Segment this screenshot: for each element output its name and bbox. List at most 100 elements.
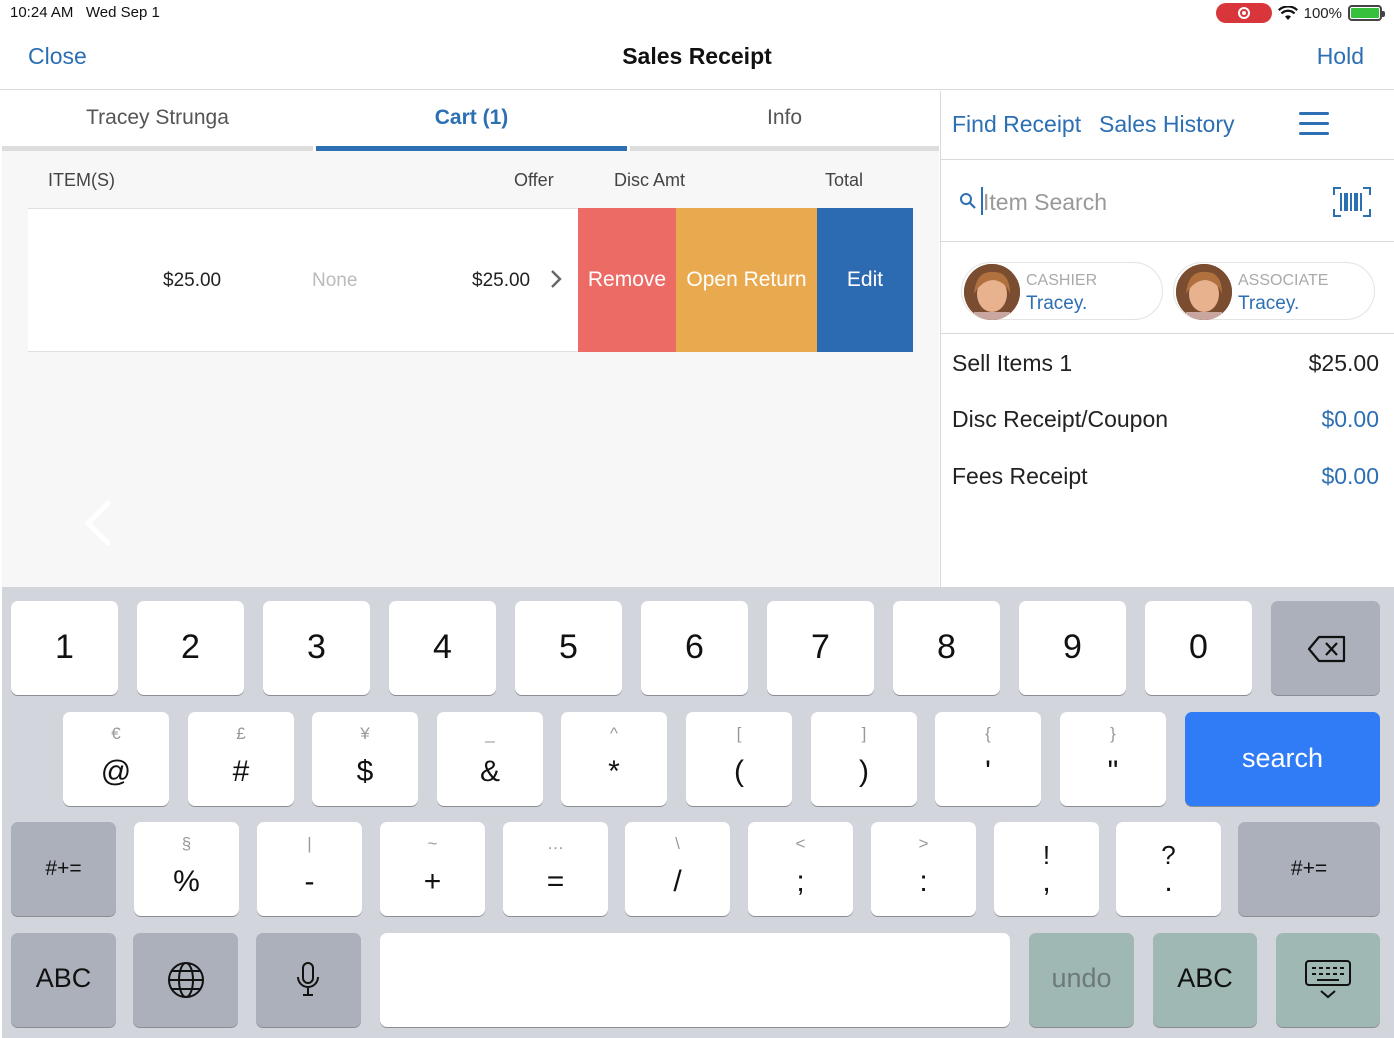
receipt-summary-pane: Find Receipt Sales History CASHIER Trace… <box>940 91 1394 587</box>
key-comma[interactable]: !, <box>994 822 1099 916</box>
tab-cart-label: Cart (1) <box>434 106 509 129</box>
key-0[interactable]: 0 <box>1145 601 1252 695</box>
cashier-chip[interactable]: CASHIER Tracey. <box>961 262 1163 320</box>
summary-value-fees-receipt[interactable]: $0.00 <box>1321 463 1379 490</box>
key-semicolon[interactable]: <; <box>748 822 853 916</box>
key-3[interactable]: 3 <box>263 601 370 695</box>
cashier-name: Tracey. <box>1026 293 1088 314</box>
open-return-button[interactable]: Open Return <box>676 208 817 352</box>
microphone-key[interactable] <box>256 933 361 1027</box>
screen-recording-icon <box>1215 3 1272 23</box>
tab-cart[interactable]: Cart (1) <box>316 91 627 151</box>
status-icons: 100% <box>1215 3 1385 23</box>
associate-avatar <box>1176 264 1232 320</box>
column-header-disc-amt: Disc Amt <box>614 170 686 190</box>
find-receipt-link[interactable]: Find Receipt <box>952 111 1081 138</box>
onscreen-keyboard: 1 2 3 4 5 6 7 8 9 0 € @ £ # ¥ $ _ & ^ * [( ])… <box>2 587 1394 1038</box>
symbols-key-left[interactable]: #+= <box>11 822 116 916</box>
key-2[interactable]: 2 <box>137 601 244 695</box>
cart-pane: Tracey Strunga Cart (1) Info ITEM(S) Off… <box>2 91 939 587</box>
sales-history-link[interactable]: Sales History <box>1099 111 1234 138</box>
undo-key[interactable]: undo <box>1029 933 1134 1027</box>
key-close-paren[interactable]: ]) <box>811 712 917 806</box>
key-quote[interactable]: } " <box>1060 712 1166 806</box>
key-equals[interactable]: … = <box>503 822 608 916</box>
key-7[interactable]: 7 <box>767 601 874 695</box>
summary-value-sell-items: $25.00 <box>1308 350 1379 376</box>
associate-chip[interactable]: ASSOCIATE Tracey. <box>1173 262 1375 320</box>
globe-icon <box>168 962 204 998</box>
column-header-total: Total <box>825 170 864 190</box>
key-asterisk[interactable]: ^ * <box>561 712 667 806</box>
associate-name: Tracey. <box>1238 293 1300 314</box>
divider <box>941 159 1394 160</box>
key-9[interactable]: 9 <box>1019 601 1126 695</box>
key-dollar[interactable]: ¥ $ <box>312 712 418 806</box>
cashier-avatar <box>964 264 1020 320</box>
key-1[interactable]: 1 <box>11 601 118 695</box>
battery-icon <box>1348 5 1385 21</box>
page-title: Sales Receipt <box>622 43 772 69</box>
item-offer: $25.00 <box>163 270 222 291</box>
item-search-input[interactable] <box>983 185 1313 219</box>
abc-key-left[interactable]: ABC <box>11 933 116 1027</box>
key-ampersand[interactable]: _ & <box>437 712 543 806</box>
key-8[interactable]: 8 <box>893 601 1000 695</box>
status-bar: 10:24 AM Wed Sep 1 100% <box>0 0 1394 26</box>
abc-key-right[interactable]: ABC <box>1153 933 1257 1027</box>
backspace-key[interactable] <box>1271 601 1380 695</box>
hide-keyboard-key[interactable] <box>1276 933 1380 1027</box>
summary-label-sell-items: Sell Items 1 <box>952 350 1073 376</box>
key-period[interactable]: ?. <box>1116 822 1221 916</box>
backspace-icon <box>1307 635 1346 663</box>
cashier-role: CASHIER <box>1026 272 1098 289</box>
summary-value-disc-receipt[interactable]: $0.00 <box>1321 406 1379 433</box>
divider <box>941 333 1394 334</box>
hamburger-menu-icon[interactable] <box>1299 112 1329 136</box>
cart-item-row[interactable]: $25.00 None $25.00 <box>28 208 578 352</box>
key-percent[interactable]: §% <box>134 822 239 916</box>
key-hash[interactable]: £ # <box>188 712 294 806</box>
key-at[interactable]: € @ <box>63 712 169 806</box>
associate-role: ASSOCIATE <box>1238 272 1329 289</box>
microphone-icon <box>297 962 319 996</box>
hold-button[interactable]: Hold <box>1317 43 1364 70</box>
tab-bar: Tracey Strunga Cart (1) Info <box>2 91 939 151</box>
item-total: $25.00 <box>472 270 531 291</box>
remove-button[interactable]: Remove <box>578 208 676 352</box>
summary-label-fees-receipt: Fees Receipt <box>952 463 1088 489</box>
column-header-items: ITEM(S) <box>48 170 115 190</box>
tab-info-label: Info <box>766 106 803 129</box>
divider <box>941 241 1394 242</box>
search-icon <box>960 193 976 209</box>
battery-percent: 100% <box>1303 4 1342 22</box>
key-slash[interactable]: \ / <box>625 822 730 916</box>
symbols-key-right[interactable]: #+= <box>1238 822 1380 916</box>
key-plus[interactable]: ~ + <box>380 822 485 916</box>
key-4[interactable]: 4 <box>389 601 496 695</box>
wifi-icon <box>1277 5 1298 20</box>
key-hyphen[interactable]: | - <box>257 822 362 916</box>
search-key[interactable]: search <box>1185 712 1380 806</box>
summary-label-disc-receipt: Disc Receipt/Coupon <box>952 406 1169 432</box>
key-colon[interactable]: >: <box>871 822 976 916</box>
key-apostrophe[interactable]: {' <box>935 712 1041 806</box>
tab-info[interactable]: Info <box>630 91 939 151</box>
keyboard-dismiss-icon <box>1305 960 1351 999</box>
chevron-left-icon[interactable] <box>82 499 112 547</box>
tab-customer-label: Tracey Strunga <box>86 106 229 129</box>
space-bar[interactable] <box>380 933 1010 1027</box>
status-time: 10:24 AM Wed Sep 1 <box>10 4 160 21</box>
edit-button[interactable]: Edit <box>817 208 913 352</box>
key-6[interactable]: 6 <box>641 601 748 695</box>
close-button[interactable]: Close <box>28 43 87 70</box>
globe-key[interactable] <box>133 933 238 1027</box>
key-5[interactable]: 5 <box>515 601 622 695</box>
item-disc-amt: None <box>312 270 358 291</box>
key-open-paren[interactable]: [( <box>686 712 792 806</box>
column-header-offer: Offer <box>514 170 554 190</box>
chevron-right-icon <box>551 270 562 288</box>
barcode-scanner-icon[interactable] <box>1333 187 1371 217</box>
tab-customer[interactable]: Tracey Strunga <box>2 91 313 151</box>
navigation-bar: Sales Receipt Close Hold <box>0 26 1394 90</box>
